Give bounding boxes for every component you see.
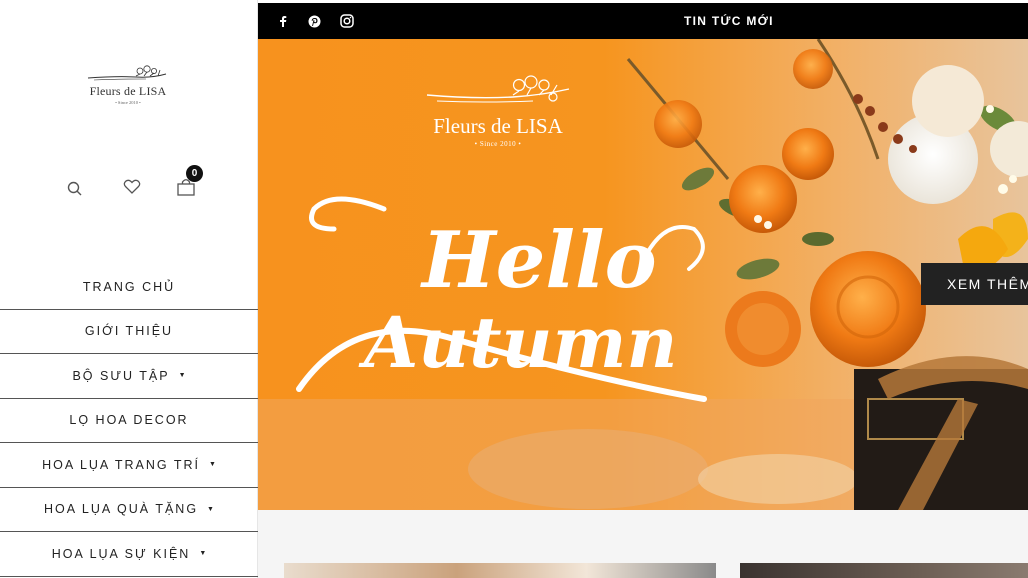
caret-down-icon: ▼	[199, 550, 207, 558]
nav-item-hoa-lua-trang-tri[interactable]: HOA LỤA TRANG TRÍ ▼	[0, 443, 258, 488]
featured-thumbnail[interactable]	[740, 563, 1028, 578]
hero-headline-autumn: Autumn	[358, 301, 677, 384]
hero-logo-brand: Fleurs de LISA	[433, 114, 563, 138]
nav-item-label: GIỚI THIỆU	[84, 324, 174, 339]
nav-item-bo-suu-tap[interactable]: BỘ SƯU TẬP ▼	[0, 354, 258, 399]
nav-item-hoa-lua-su-kien[interactable]: HOA LỤA SỰ KIỆN ▼	[0, 532, 258, 577]
hello-autumn-lettering: Hello Autumn	[296, 196, 707, 402]
nav-item-trang-chu[interactable]: TRANG CHỦ	[0, 265, 258, 310]
caret-down-icon: ▼	[207, 505, 214, 513]
sidebar-utilities: 0	[0, 165, 258, 200]
nav-item-label: HOA LỤA TRANG TRÍ	[42, 457, 200, 472]
sidebar: Fleurs de LISA • Since 2010 • 0 TRANG CH…	[0, 0, 258, 578]
main-nav: TRANG CHỦ GIỚI THIỆU BỘ SƯU TẬP ▼ LỌ HOA …	[0, 265, 258, 577]
nav-item-gioi-thieu[interactable]: GIỚI THIỆU	[0, 310, 258, 354]
caret-down-icon: ▼	[208, 461, 216, 469]
nav-item-label: BỘ SƯU TẬP	[72, 368, 170, 383]
wishlist-heart-icon[interactable]	[122, 176, 142, 198]
facebook-icon[interactable]	[271, 3, 295, 39]
view-more-button[interactable]: XEM THÊM	[921, 263, 1028, 305]
featured-thumbnail[interactable]	[284, 563, 716, 578]
page: Fleurs de LISA • Since 2010 • 0 TRANG CH…	[0, 0, 1028, 578]
caret-down-icon: ▼	[178, 372, 186, 380]
sidebar-logo[interactable]: Fleurs de LISA • Since 2010 •	[78, 64, 178, 108]
cart-bag-icon[interactable]: 0	[176, 165, 203, 198]
nav-item-label: LỌ HOA DECOR	[69, 413, 189, 428]
top-bar: TIN TỨC MỚI	[258, 3, 1028, 39]
hero-logo-since: • Since 2010 •	[474, 140, 522, 148]
latest-news-link[interactable]: TIN TỨC MỚI	[684, 3, 774, 39]
pinterest-icon[interactable]	[302, 3, 326, 39]
flower-logo-icon	[87, 65, 167, 81]
search-icon[interactable]	[66, 176, 86, 198]
nav-item-hoa-lua-qua-tang[interactable]: HOA LỤA QUÀ TẶNG ▼	[0, 488, 258, 532]
featured-section	[258, 510, 1028, 578]
nav-item-label: HOA LỤA SỰ KIỆN	[51, 546, 191, 561]
sidebar-logo-since: • Since 2010 •	[115, 100, 141, 105]
instagram-icon[interactable]	[335, 3, 359, 39]
nav-item-label: HOA LỤA QUÀ TẶNG	[44, 502, 199, 517]
hero-headline-hello: Hello	[420, 215, 657, 306]
hero-banner: Fleurs de LISA • Since 2010 • Hello Autu…	[258, 39, 1028, 510]
nav-item-lo-hoa-decor[interactable]: LỌ HOA DECOR	[0, 399, 258, 443]
flower-logo-icon	[426, 75, 570, 103]
nav-item-label: TRANG CHỦ	[82, 279, 176, 294]
cart-count-badge: 0	[186, 165, 203, 182]
hero-logo: Fleurs de LISA • Since 2010 •	[418, 75, 578, 148]
sidebar-logo-brand: Fleurs de LISA	[89, 84, 167, 98]
